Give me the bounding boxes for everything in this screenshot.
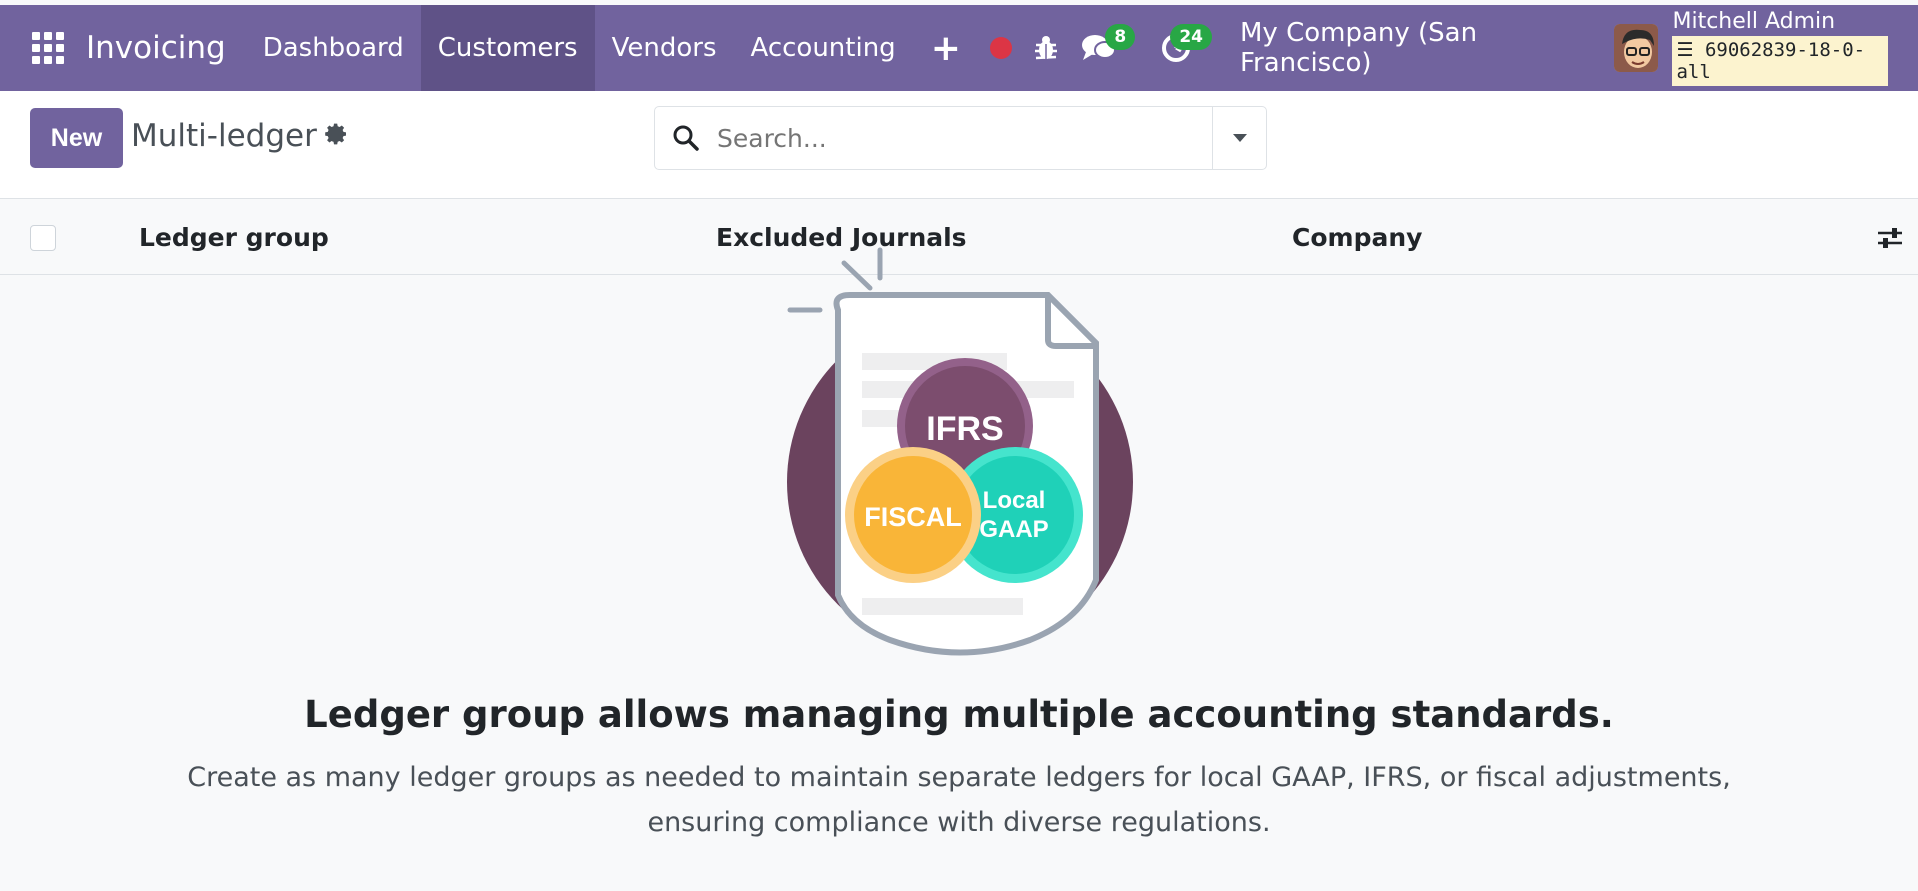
breadcrumb: Multi-ledger (131, 118, 349, 154)
nav-vendors[interactable]: Vendors (595, 5, 734, 91)
page-title: Multi-ledger (131, 118, 317, 154)
systray: 8 24 My Company (San Francisco) Mitchell… (979, 5, 1918, 91)
ifrs-label: IFRS (926, 410, 1003, 448)
chat-icon[interactable]: 8 (1076, 24, 1136, 72)
caret-down-icon[interactable] (1212, 107, 1266, 169)
clock-icon[interactable]: 24 (1153, 24, 1212, 72)
local-label: Local (983, 487, 1046, 514)
column-ledger-group[interactable]: Ledger group (139, 223, 329, 252)
control-panel: New Multi-ledger (0, 91, 1918, 199)
empty-state-title: Ledger group allows managing multiple ac… (304, 693, 1614, 736)
column-company[interactable]: Company (1292, 223, 1422, 252)
empty-state-illustration: IFRS FISCAL Local GAAP (780, 240, 1140, 660)
database-name: 69062839-18-0-all (1676, 39, 1866, 83)
fiscal-label: FISCAL (864, 502, 962, 532)
search-icon[interactable] (655, 124, 717, 152)
nav-accounting[interactable]: Accounting (734, 5, 913, 91)
empty-state-description: Create as many ledger groups as needed t… (187, 762, 1731, 838)
record-icon[interactable] (979, 24, 1024, 72)
column-settings-icon[interactable] (1876, 225, 1904, 257)
app-name[interactable]: Invoicing (86, 30, 226, 66)
nav-customers[interactable]: Customers (420, 5, 595, 91)
avatar[interactable] (1613, 24, 1659, 72)
apps-grid-icon[interactable] (32, 32, 64, 64)
gear-icon[interactable] (325, 118, 349, 154)
search-bar (654, 106, 1267, 170)
gaap-label: GAAP (979, 516, 1048, 543)
nav-dashboard[interactable]: Dashboard (246, 5, 421, 91)
database-tag: ☰ 69062839-18-0-all (1672, 36, 1888, 86)
activities-badge: 24 (1170, 24, 1212, 50)
user-name: Mitchell Admin (1672, 9, 1836, 34)
add-menu-button[interactable]: + (913, 28, 979, 69)
bug-icon[interactable] (1024, 24, 1069, 72)
top-navbar: Invoicing Dashboard Customers Vendors Ac… (0, 5, 1918, 91)
messages-badge: 8 (1105, 24, 1136, 50)
new-button[interactable]: New (30, 108, 123, 168)
company-switcher[interactable]: My Company (San Francisco) (1240, 18, 1592, 78)
search-input[interactable] (717, 123, 1212, 153)
select-all-checkbox[interactable] (30, 225, 56, 251)
user-menu[interactable]: Mitchell Admin ☰ 69062839-18-0-all (1672, 10, 1888, 86)
